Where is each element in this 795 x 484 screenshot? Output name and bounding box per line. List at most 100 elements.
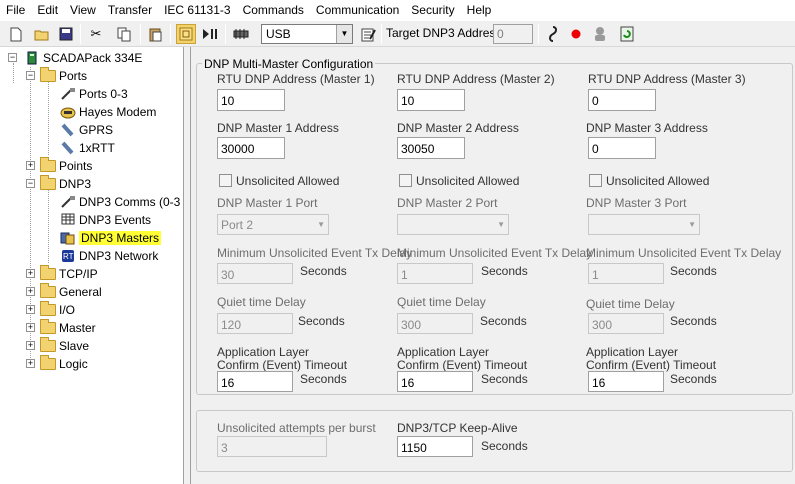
connect-icon[interactable] bbox=[231, 24, 251, 44]
master-address-input-2[interactable]: 30050 bbox=[397, 137, 465, 159]
master-address-input-3[interactable]: 0 bbox=[588, 137, 656, 159]
expand-icon[interactable]: + bbox=[26, 287, 35, 296]
master-port-select-2[interactable]: ▼ bbox=[397, 214, 509, 235]
tree-item-dnp3[interactable]: DNP3 bbox=[40, 175, 91, 193]
tree-root[interactable]: SCADAPack 334E bbox=[24, 49, 142, 67]
master-port-label-2: DNP Master 2 Port bbox=[397, 196, 498, 210]
tree-item-ports-0-3[interactable]: Ports 0-3 bbox=[60, 85, 128, 103]
tree-item-hayes-modem[interactable]: Hayes Modem bbox=[60, 103, 156, 121]
min-delay-input-2[interactable]: 1 bbox=[397, 263, 473, 284]
tree-item-dnp3-network[interactable]: RT DNP3 Network bbox=[60, 247, 158, 265]
tree-item-dnp3-masters[interactable]: DNP3 Masters bbox=[60, 229, 162, 247]
master-address-label-1: DNP Master 1 Address bbox=[217, 121, 339, 135]
menu-help[interactable]: Help bbox=[461, 0, 498, 21]
master-address-label-2: DNP Master 2 Address bbox=[397, 121, 519, 135]
tree-label: Points bbox=[59, 159, 93, 173]
master-port-select-3[interactable]: ▼ bbox=[588, 214, 700, 235]
min-delay-label-2: Minimum Unsolicited Event Tx Delay bbox=[397, 246, 593, 260]
serial-port-icon bbox=[60, 87, 76, 101]
debug-icon[interactable] bbox=[543, 24, 563, 44]
toolbar-separator bbox=[80, 24, 81, 44]
unsolicited-label-3: Unsolicited Allowed bbox=[606, 174, 710, 188]
chevron-down-icon: ▼ bbox=[317, 220, 325, 229]
chevron-down-icon: ▼ bbox=[497, 220, 505, 229]
master-address-input-1[interactable]: 30000 bbox=[217, 137, 285, 159]
unsolicited-checkbox-1[interactable] bbox=[219, 174, 232, 187]
save-icon[interactable] bbox=[56, 24, 76, 44]
user-icon[interactable] bbox=[590, 24, 610, 44]
expand-icon[interactable]: + bbox=[26, 341, 35, 350]
menu-security[interactable]: Security bbox=[405, 0, 460, 21]
port-value: Port 2 bbox=[221, 218, 254, 232]
confirm-timeout-input-1[interactable]: 16 bbox=[217, 371, 293, 392]
confirm-timeout-input-2[interactable]: 16 bbox=[397, 371, 473, 392]
keepalive-input[interactable]: 1150 bbox=[397, 436, 473, 457]
cut-icon[interactable]: ✂ bbox=[86, 24, 106, 44]
confirm-timeout-input-3[interactable]: 16 bbox=[588, 371, 664, 392]
folder-icon bbox=[40, 301, 56, 316]
tree-item-tcpip[interactable]: TCP/IP bbox=[40, 265, 98, 283]
unsolicited-checkbox-2[interactable] bbox=[399, 174, 412, 187]
tree-item-dnp3-events[interactable]: DNP3 Events bbox=[60, 211, 151, 229]
folder-icon bbox=[40, 283, 56, 298]
menu-commands[interactable]: Commands bbox=[237, 0, 310, 21]
expand-icon[interactable]: + bbox=[26, 323, 35, 332]
new-file-icon[interactable] bbox=[6, 24, 26, 44]
run-icon[interactable] bbox=[200, 24, 220, 44]
tree-item-logic[interactable]: Logic bbox=[40, 355, 88, 373]
tree-item-master[interactable]: Master bbox=[40, 319, 96, 337]
seconds-label: Seconds bbox=[481, 439, 528, 453]
copy-icon[interactable] bbox=[114, 24, 134, 44]
refresh-icon[interactable] bbox=[617, 24, 637, 44]
connection-select[interactable]: USB ▼ bbox=[261, 24, 353, 44]
quiet-time-input-1[interactable]: 120 bbox=[217, 313, 293, 334]
expand-icon[interactable]: + bbox=[26, 359, 35, 368]
menu-communication[interactable]: Communication bbox=[310, 0, 405, 21]
folder-icon bbox=[40, 157, 56, 172]
master-port-select-1[interactable]: Port 2 ▼ bbox=[217, 214, 329, 235]
collapse-icon[interactable]: − bbox=[8, 53, 17, 62]
open-folder-icon[interactable] bbox=[32, 24, 52, 44]
tree-item-gprs[interactable]: GPRS bbox=[60, 121, 113, 139]
expand-icon[interactable]: + bbox=[26, 161, 35, 170]
seconds-label: Seconds bbox=[670, 264, 717, 278]
rtu-address-input-2[interactable]: 10 bbox=[397, 89, 465, 111]
tree-item-general[interactable]: General bbox=[40, 283, 102, 301]
expand-icon[interactable]: + bbox=[26, 305, 35, 314]
tree-line bbox=[48, 189, 49, 263]
unsolicited-checkbox-3[interactable] bbox=[589, 174, 602, 187]
quiet-time-input-2[interactable]: 300 bbox=[397, 313, 473, 334]
program-mode-icon[interactable] bbox=[176, 24, 196, 44]
collapse-icon[interactable]: − bbox=[26, 179, 35, 188]
menu-file[interactable]: File bbox=[0, 0, 31, 21]
menu-iec[interactable]: IEC 61131-3 bbox=[158, 0, 237, 21]
quiet-time-input-3[interactable]: 300 bbox=[588, 313, 664, 334]
tree-item-points[interactable]: Points bbox=[40, 157, 92, 175]
min-delay-input-1[interactable]: 30 bbox=[217, 263, 293, 284]
confirm-timeout-label-2: Confirm (Event) Timeout bbox=[397, 358, 528, 372]
tree-item-io[interactable]: I/O bbox=[40, 301, 75, 319]
stop-icon[interactable] bbox=[566, 24, 586, 44]
edit-settings-icon[interactable] bbox=[358, 24, 378, 44]
menu-transfer[interactable]: Transfer bbox=[102, 0, 158, 21]
folder-icon bbox=[40, 67, 56, 82]
menu-view[interactable]: View bbox=[64, 0, 102, 21]
target-address-input[interactable]: 0 bbox=[493, 24, 533, 44]
tree-item-ports[interactable]: Ports bbox=[40, 67, 87, 85]
unsolicited-attempts-input[interactable]: 3 bbox=[217, 436, 327, 457]
min-delay-input-3[interactable]: 1 bbox=[588, 263, 664, 284]
tree-item-1xrtt[interactable]: 1xRTT bbox=[60, 139, 115, 157]
rtu-address-input-3[interactable]: 0 bbox=[588, 89, 656, 111]
expand-icon[interactable]: + bbox=[26, 269, 35, 278]
seconds-label: Seconds bbox=[481, 264, 528, 278]
rtu-address-input-1[interactable]: 10 bbox=[217, 89, 285, 111]
tree-item-dnp3-comms[interactable]: DNP3 Comms (0-3 bbox=[60, 193, 180, 211]
tree-item-slave[interactable]: Slave bbox=[40, 337, 89, 355]
tree-label: Master bbox=[59, 321, 96, 335]
paste-icon[interactable] bbox=[145, 24, 165, 44]
keepalive-label: DNP3/TCP Keep-Alive bbox=[397, 421, 518, 435]
tree-label: DNP3 Comms (0-3 bbox=[79, 195, 181, 209]
menu-edit[interactable]: Edit bbox=[31, 0, 64, 21]
collapse-icon[interactable]: − bbox=[26, 71, 35, 80]
master-port-label-1: DNP Master 1 Port bbox=[217, 196, 318, 210]
